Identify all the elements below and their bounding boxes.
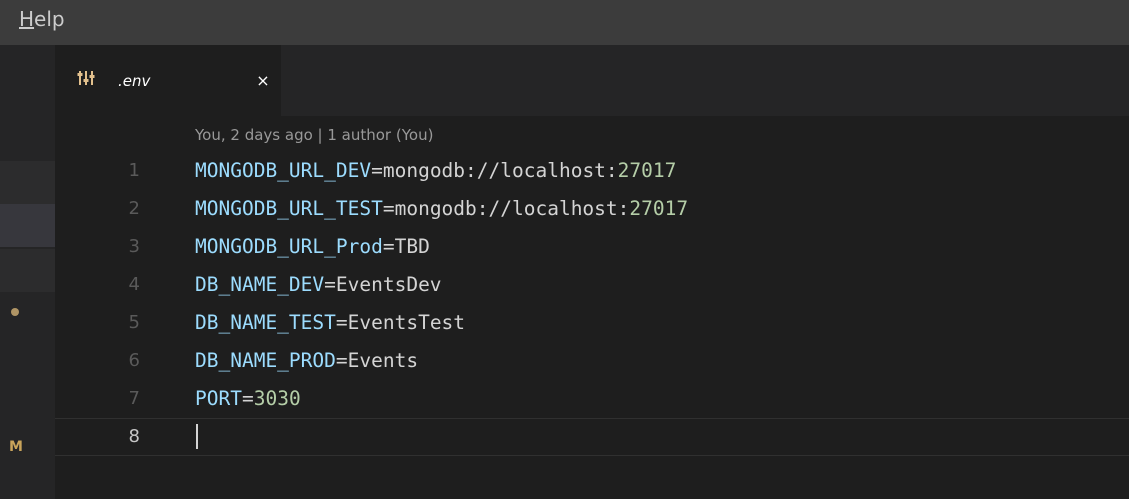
env-key: MONGODB_URL_TEST [195,197,383,220]
equals-sign: = [335,349,348,372]
env-value: EventsDev [335,273,442,296]
menu-help-label: elp [34,7,65,31]
code-text: DB_NAME_DEV=EventsDev [195,266,442,304]
code-text: MONGODB_URL_DEV=mongodb://localhost:2701… [195,152,676,190]
env-value: mongodb://localhost: [382,159,618,182]
code-line[interactable]: 2 MONGODB_URL_TEST=mongodb://localhost:27… [55,190,1129,228]
sidebar-row[interactable] [0,249,55,292]
env-key: DB_NAME_TEST [195,311,336,334]
close-icon[interactable]: × [253,71,273,91]
env-key: MONGODB_URL_Prod [195,235,383,258]
equals-sign: = [382,235,395,258]
sidebar-strip: M [0,45,55,499]
code-text: PORT=3030 [195,380,301,418]
code-text: MONGODB_URL_TEST=mongodb://localhost:270… [195,190,688,228]
code-line[interactable]: 5 DB_NAME_TEST=EventsTest [55,304,1129,342]
equals-sign: = [335,311,348,334]
sidebar-row[interactable] [0,161,55,204]
editor-window: Help M .env × You, 2 days ago | 1 author… [0,0,1129,499]
code-text: DB_NAME_PROD=Events [195,342,418,380]
tab-bar: .env × [55,45,1129,116]
code-line[interactable]: 1 MONGODB_URL_DEV=mongodb://localhost:270… [55,152,1129,190]
line-number: 4 [128,274,140,295]
equals-sign: = [324,273,336,296]
code-text: DB_NAME_TEST=EventsTest [195,304,465,342]
line-number: 7 [128,388,140,409]
env-key: MONGODB_URL_DEV [195,159,372,182]
tab-env[interactable]: .env × [55,45,281,116]
menu-help[interactable]: Help [19,5,65,33]
line-number: 6 [128,350,140,371]
unsaved-dot-icon [11,308,19,316]
equals-sign: = [382,197,395,220]
sidebar-row-selected[interactable] [0,204,55,247]
line-number: 5 [128,312,140,333]
code-line[interactable]: 7 PORT=3030 [55,380,1129,418]
env-key: DB_NAME_PROD [195,349,336,372]
env-value-number: 27017 [629,197,689,220]
code-line[interactable]: 4 DB_NAME_DEV=EventsDev [55,266,1129,304]
env-key: DB_NAME_DEV [195,273,325,296]
code-editor[interactable]: You, 2 days ago | 1 author (You) 1 MONGOD… [55,116,1129,499]
menu-help-mnemonic: H [19,7,35,31]
code-line[interactable]: 3 MONGODB_URL_Prod=TBD [55,228,1129,266]
env-value-number: 3030 [253,387,301,410]
env-value-number: 27017 [617,159,677,182]
text-cursor [196,424,198,449]
line-number: 1 [128,160,140,181]
menu-bar: Help [0,0,1129,45]
env-value: TBD [394,235,430,258]
line-number: 2 [128,198,140,219]
git-blame-annotation[interactable]: You, 2 days ago | 1 author (You) [195,124,433,146]
code-text: MONGODB_URL_Prod=TBD [195,228,430,266]
line-number: 8 [128,426,140,447]
git-modified-badge: M [9,439,23,455]
equals-sign: = [371,159,383,182]
env-key: PORT [195,387,242,410]
env-value: mongodb://localhost: [394,197,630,220]
settings-sliders-icon [77,71,95,85]
env-value: Events [347,349,419,372]
code-line[interactable]: 8 [55,418,1129,456]
env-value: EventsTest [347,311,466,334]
code-line[interactable]: 6 DB_NAME_PROD=Events [55,342,1129,380]
line-number: 3 [128,236,140,257]
tab-label: .env [118,72,151,90]
equals-sign: = [241,387,254,410]
